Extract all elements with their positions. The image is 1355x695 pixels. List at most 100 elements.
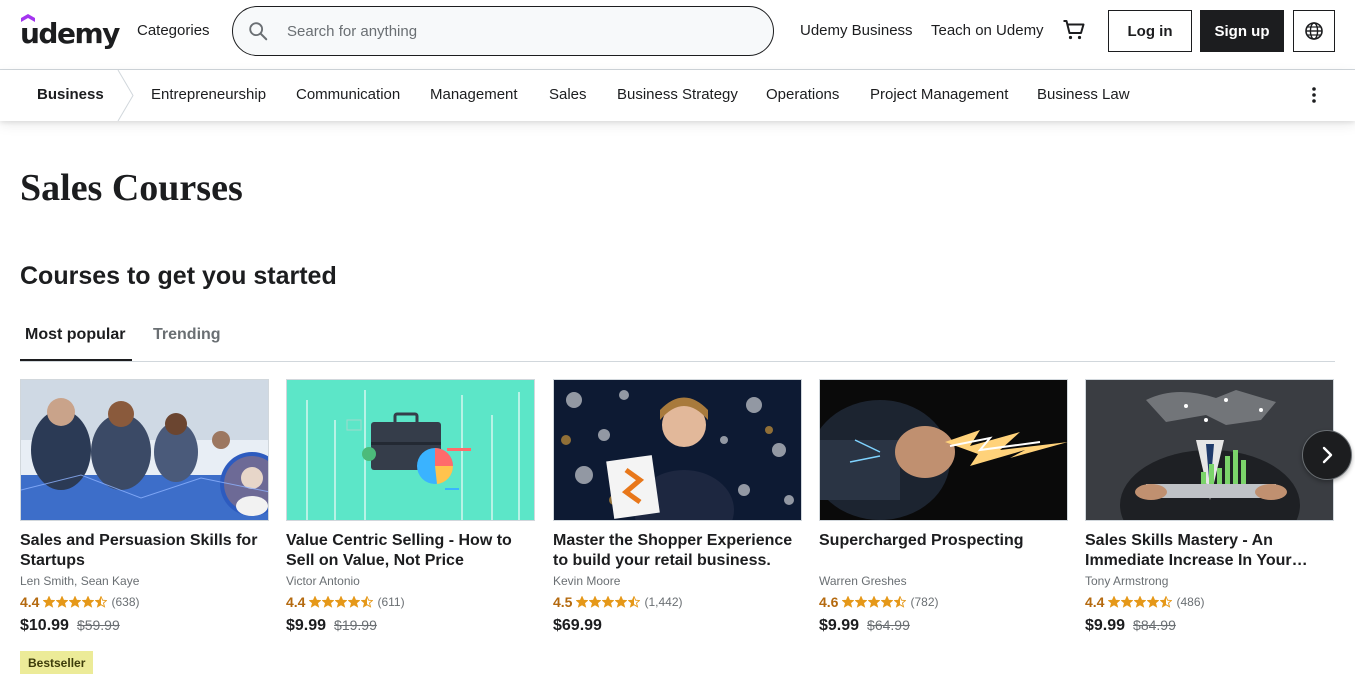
original-price: $59.99 <box>76 617 120 633</box>
subnav-item-sales[interactable]: Sales <box>549 86 587 103</box>
subnav-root-business[interactable]: Business <box>37 86 104 103</box>
header: udemy Categories Udemy Business Teach on… <box>0 0 1355 70</box>
bestseller-badge: Bestseller <box>20 651 94 674</box>
course-rating: 4.4 (486) <box>1085 593 1334 611</box>
course-rating: 4.4 (638) <box>20 593 269 611</box>
course-card[interactable]: Sales Skills Mastery - An Immediate Incr… <box>1085 379 1334 635</box>
page-title: Sales Courses <box>20 167 243 209</box>
star-icon <box>82 596 95 608</box>
review-count: (1,442) <box>644 595 683 609</box>
current-price: $9.99 <box>819 617 860 634</box>
course-card[interactable]: Master the Shopper Experience to build y… <box>553 379 802 635</box>
course-author: Kevin Moore <box>553 574 621 588</box>
course-title[interactable]: Sales Skills Mastery - An Immediate Incr… <box>1085 531 1334 571</box>
current-price: $69.99 <box>553 617 602 634</box>
subnav-item-business-strategy[interactable]: Business Strategy <box>617 86 738 103</box>
rating-score: 4.4 <box>1085 594 1105 610</box>
rating-stars <box>842 596 907 608</box>
breadcrumb-chevron-icon <box>117 70 134 121</box>
course-thumbnail[interactable] <box>286 379 535 521</box>
star-icon <box>309 596 322 608</box>
original-price: $64.99 <box>867 617 910 633</box>
more-vertical-icon[interactable] <box>1304 84 1324 106</box>
rating-score: 4.4 <box>286 594 306 610</box>
search-bar[interactable] <box>232 6 774 56</box>
language-button[interactable] <box>1293 10 1335 52</box>
star-icon <box>602 596 615 608</box>
subnav-item-operations[interactable]: Operations <box>766 86 839 103</box>
star-icon <box>1134 596 1147 608</box>
star-icon <box>894 596 907 608</box>
cart-icon[interactable] <box>1062 18 1086 42</box>
subnav-item-communication[interactable]: Communication <box>296 86 400 103</box>
course-thumbnail[interactable] <box>20 379 269 521</box>
globe-icon <box>1305 22 1323 40</box>
carousel-next-button[interactable] <box>1302 430 1352 480</box>
signup-button[interactable]: Sign up <box>1200 10 1284 52</box>
course-rating: 4.6 (782) <box>819 593 1068 611</box>
course-price: $9.99 $64.99 <box>819 617 1068 635</box>
tab-most-popular[interactable]: Most popular <box>25 326 125 344</box>
active-tab-indicator <box>20 359 132 361</box>
review-count: (611) <box>377 595 405 609</box>
star-icon <box>95 596 108 608</box>
original-price: $84.99 <box>1133 617 1176 633</box>
course-title[interactable]: Value Centric Selling - How to Sell on V… <box>286 531 535 571</box>
current-price: $10.99 <box>20 617 69 634</box>
course-thumbnail[interactable] <box>1085 379 1334 521</box>
search-input[interactable] <box>287 19 757 43</box>
course-card[interactable]: Sales and Persuasion Skills for Startups… <box>20 379 269 635</box>
course-thumbnail[interactable] <box>553 379 802 521</box>
star-icon <box>855 596 868 608</box>
star-icon <box>348 596 361 608</box>
udemy-business-link[interactable]: Udemy Business <box>800 22 913 39</box>
subnav-item-management[interactable]: Management <box>430 86 518 103</box>
rating-score: 4.4 <box>20 594 40 610</box>
course-title[interactable]: Supercharged Prospecting <box>819 531 1068 571</box>
subnav-item-entrepreneurship[interactable]: Entrepreneurship <box>151 86 266 103</box>
course-rating: 4.5 (1,442) <box>553 593 802 611</box>
course-price: $9.99 $19.99 <box>286 617 535 635</box>
star-icon <box>1160 596 1173 608</box>
udemy-logo[interactable]: udemy <box>20 14 120 50</box>
rating-stars <box>576 596 641 608</box>
logo-text: udemy <box>20 17 120 50</box>
subnav-item-project-management[interactable]: Project Management <box>870 86 1008 103</box>
star-icon <box>615 596 628 608</box>
star-icon <box>1121 596 1134 608</box>
rating-stars <box>1108 596 1173 608</box>
category-subnav: Business Entrepreneurship Communication … <box>0 70 1355 121</box>
star-icon <box>868 596 881 608</box>
current-price: $9.99 <box>286 617 327 634</box>
course-thumbnail[interactable] <box>819 379 1068 521</box>
star-icon <box>628 596 641 608</box>
review-count: (638) <box>111 595 140 609</box>
section-title: Courses to get you started <box>20 262 337 290</box>
star-icon <box>589 596 602 608</box>
course-card[interactable]: Supercharged Prospecting Warren Greshes … <box>819 379 1068 635</box>
subnav-item-business-law[interactable]: Business Law <box>1037 86 1130 103</box>
course-tabs: Most popular Trending <box>20 318 1335 362</box>
star-icon <box>1108 596 1121 608</box>
teach-on-udemy-link[interactable]: Teach on Udemy <box>931 22 1044 39</box>
star-icon <box>43 596 56 608</box>
current-price: $9.99 <box>1085 617 1126 634</box>
star-icon <box>335 596 348 608</box>
categories-menu[interactable]: Categories <box>137 22 210 39</box>
star-icon <box>842 596 855 608</box>
star-icon <box>881 596 894 608</box>
tab-trending[interactable]: Trending <box>153 326 221 344</box>
rating-score: 4.6 <box>819 594 839 610</box>
course-author: Victor Antonio <box>286 574 360 588</box>
rating-score: 4.5 <box>553 594 573 610</box>
search-icon[interactable] <box>247 20 269 42</box>
course-title[interactable]: Sales and Persuasion Skills for Startups <box>20 531 269 571</box>
course-author: Warren Greshes <box>819 574 907 588</box>
login-button[interactable]: Log in <box>1108 10 1192 52</box>
star-icon <box>1147 596 1160 608</box>
original-price: $19.99 <box>334 617 377 633</box>
course-title[interactable]: Master the Shopper Experience to build y… <box>553 531 802 571</box>
star-icon <box>576 596 589 608</box>
course-card[interactable]: Value Centric Selling - How to Sell on V… <box>286 379 535 635</box>
course-price: $69.99 <box>553 617 802 635</box>
